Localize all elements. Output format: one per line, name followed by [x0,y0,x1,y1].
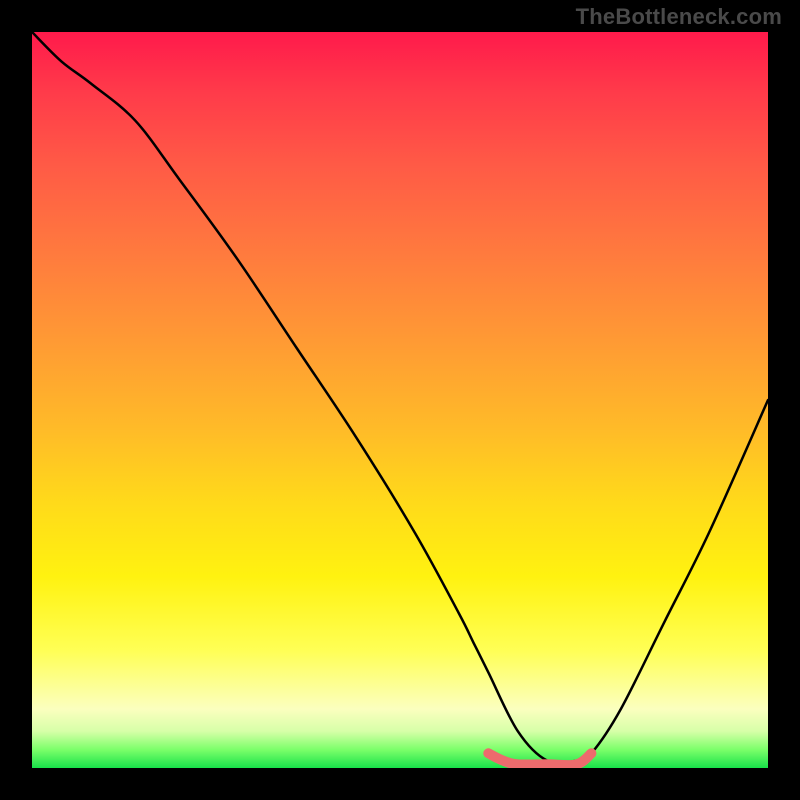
chart-frame: TheBottleneck.com [0,0,800,800]
chart-svg [32,32,768,768]
watermark-text: TheBottleneck.com [576,4,782,30]
bottleneck-curve [32,32,768,763]
